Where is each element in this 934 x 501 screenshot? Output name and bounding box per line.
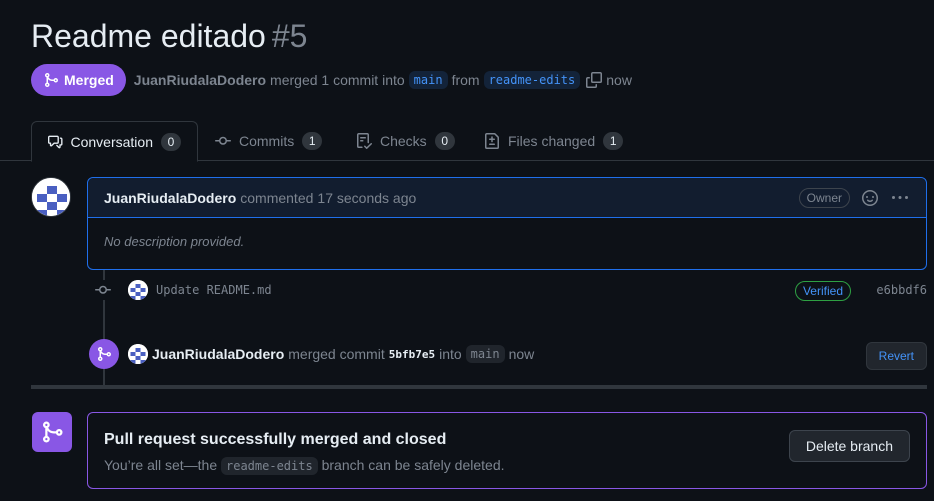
- delete-branch-button[interactable]: Delete branch: [788, 430, 910, 462]
- tab-conversation-count: 0: [161, 132, 181, 151]
- merged-panel: Pull request successfully merged and clo…: [87, 412, 927, 489]
- revert-button[interactable]: Revert: [865, 342, 927, 370]
- git-merge-icon: [45, 73, 59, 87]
- merged-panel-desc-prefix: You’re all set—the: [104, 457, 218, 473]
- pr-title-text: Readme editado: [31, 18, 266, 54]
- kebab-horizontal-icon[interactable]: [892, 190, 908, 206]
- comment-header: JuanRiudalaDodero commented 17 seconds a…: [88, 178, 926, 218]
- tab-checks-label: Checks: [380, 133, 427, 149]
- merge-into-text: into: [439, 346, 462, 362]
- tab-conversation[interactable]: Conversation 0: [31, 121, 198, 162]
- merged-panel-description: You’re all set—the readme-edits branch c…: [104, 457, 505, 475]
- merge-author-avatar[interactable]: [128, 344, 148, 364]
- tab-files-changed-label: Files changed: [508, 133, 596, 149]
- tab-checks-count: 0: [434, 132, 455, 150]
- comment-body: No description provided.: [104, 234, 245, 249]
- comment-author-link[interactable]: JuanRiudalaDodero: [104, 190, 236, 206]
- merge-author-link[interactable]: JuanRiudalaDodero: [152, 346, 284, 362]
- merged-panel-desc-suffix: branch can be safely deleted.: [321, 457, 505, 473]
- merged-badge-label: Merged: [64, 72, 114, 88]
- commit-author-avatar[interactable]: [128, 280, 148, 300]
- pr-description-comment: JuanRiudalaDodero commented 17 seconds a…: [87, 177, 927, 270]
- comment-discussion-icon: [48, 135, 63, 148]
- commit-message-link[interactable]: Update README.md: [156, 283, 272, 297]
- commit-row: Update README.md Verified e6bbdf6: [93, 278, 927, 302]
- pr-status-line: Merged JuanRiudalaDodero merged 1 commit…: [31, 64, 632, 96]
- status-time: now: [606, 72, 632, 88]
- avatar[interactable]: [31, 177, 71, 217]
- comment-action: commented: [240, 189, 314, 206]
- status-author-link[interactable]: JuanRiudalaDodero: [134, 72, 266, 88]
- merged-status-badge: Merged: [31, 64, 126, 96]
- identicon-image: [128, 344, 148, 364]
- status-merged-text: merged 1 commit into: [270, 72, 405, 88]
- status-from-text: from: [451, 72, 480, 88]
- owner-badge: Owner: [798, 188, 850, 208]
- pr-number: #5: [271, 18, 308, 54]
- merge-commit-sha-link[interactable]: 5bfb7e5: [389, 348, 435, 361]
- tab-files-changed-count: 1: [603, 132, 624, 150]
- tab-files-changed[interactable]: Files changed 1: [468, 121, 639, 161]
- base-branch-tag[interactable]: main: [408, 71, 448, 89]
- merged-panel-branch-tag[interactable]: readme-edits: [221, 457, 318, 475]
- comment-time[interactable]: 17 seconds ago: [317, 190, 416, 206]
- tab-checks[interactable]: Checks 0: [340, 121, 471, 161]
- git-merge-icon: [98, 347, 112, 361]
- git-merge-icon: [43, 421, 63, 443]
- commit-node: [93, 280, 113, 300]
- commit-sha-link[interactable]: e6bbdf6: [876, 283, 927, 297]
- tab-conversation-label: Conversation: [70, 133, 154, 150]
- file-diff-icon: [485, 133, 499, 149]
- merged-panel-heading: Pull request successfully merged and clo…: [104, 431, 447, 448]
- merge-event-node: [89, 339, 119, 369]
- pr-tabs: Conversation 0 Commits 1 Checks 0 Files …: [0, 121, 934, 162]
- tab-commits-label: Commits: [239, 133, 295, 149]
- copy-icon[interactable]: [586, 72, 603, 88]
- pr-title: Readme editado #5: [31, 18, 307, 55]
- timeline-divider: [31, 385, 927, 389]
- identicon-image: [32, 178, 70, 216]
- tab-commits[interactable]: Commits 1: [199, 121, 338, 161]
- tab-commits-count: 1: [302, 132, 323, 150]
- identicon-image: [128, 280, 148, 300]
- merge-event-text: merged commit: [288, 346, 385, 362]
- smiley-icon[interactable]: [862, 190, 878, 206]
- checklist-icon: [357, 133, 372, 149]
- git-commit-icon: [215, 136, 231, 145]
- verified-badge[interactable]: Verified: [794, 281, 851, 301]
- git-commit-icon: [95, 285, 111, 294]
- merge-branch-tag[interactable]: main: [465, 345, 505, 363]
- head-branch-tag[interactable]: readme-edits: [483, 71, 581, 89]
- merge-event-time[interactable]: now: [509, 346, 535, 362]
- merge-event: JuanRiudalaDodero merged commit 5bfb7e5 …: [89, 339, 927, 370]
- merged-state-icon-box: [32, 412, 72, 452]
